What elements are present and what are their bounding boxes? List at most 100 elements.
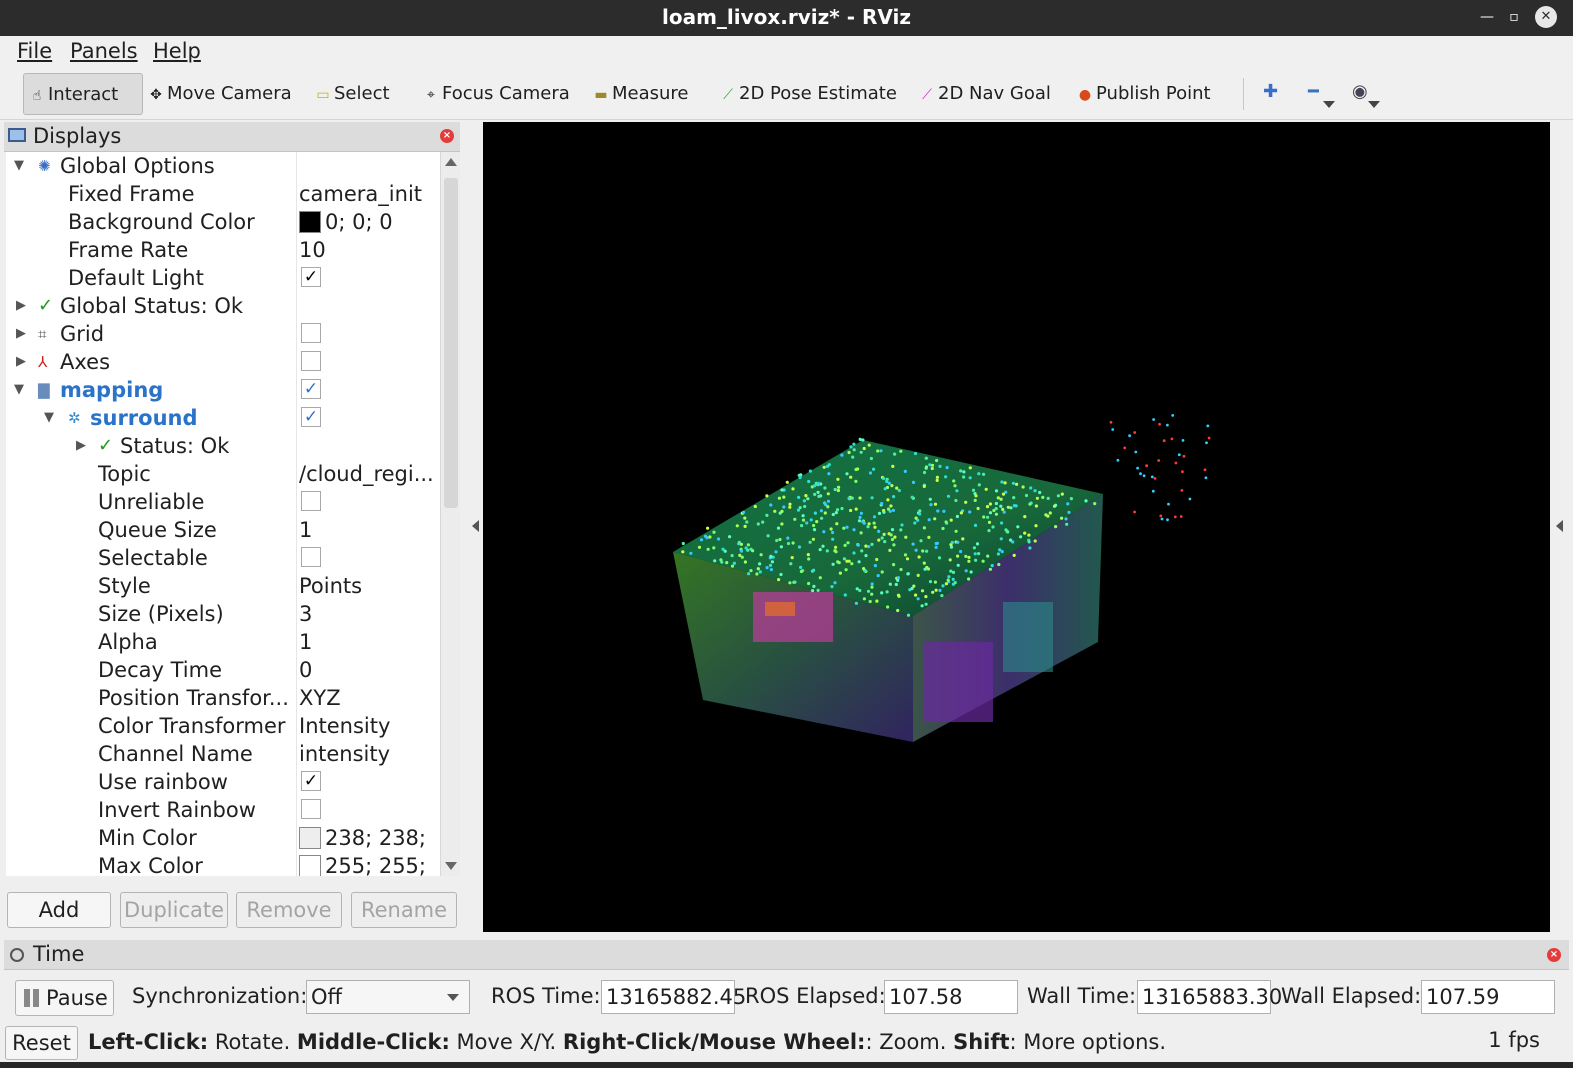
tree-row-min-color[interactable]: Min Color 238; 238; xyxy=(6,824,440,852)
axes-checkbox[interactable] xyxy=(301,351,321,371)
mapping-checkbox[interactable]: ✓ xyxy=(301,379,321,399)
tree-row-size-pixels[interactable]: Size (Pixels) 3 xyxy=(6,600,440,628)
pause-button[interactable]: Pause xyxy=(15,980,114,1016)
add-button[interactable]: Add xyxy=(7,892,111,928)
tree-row-style[interactable]: Style Points xyxy=(6,572,440,600)
tree-row-grid[interactable]: ▶ ⌗ Grid xyxy=(6,320,440,348)
surround-checkbox[interactable]: ✓ xyxy=(301,407,321,427)
ros-time-field[interactable]: 13165882.45 xyxy=(601,980,746,1014)
channel-name-value[interactable]: intensity xyxy=(299,740,439,768)
tree-row-axes[interactable]: ▶ ⅄ Axes xyxy=(6,348,440,376)
cloud-point xyxy=(959,511,963,515)
cloud-point xyxy=(845,525,849,529)
cloud-point xyxy=(1052,504,1057,508)
expand-down-icon[interactable]: ▼ xyxy=(14,152,24,180)
expand-right-icon[interactable]: ▶ xyxy=(16,320,26,348)
tool-2d-pose-estimate[interactable]: ⟋ 2D Pose Estimate xyxy=(719,73,897,115)
wall-time-field[interactable]: 13165883.30 xyxy=(1137,980,1282,1014)
frame-rate-value[interactable]: 10 xyxy=(299,236,439,264)
color-swatch[interactable] xyxy=(299,827,321,849)
use-rainbow-checkbox[interactable]: ✓ xyxy=(301,771,321,791)
ros-elapsed-field[interactable]: 107.58 xyxy=(884,980,1018,1014)
expand-down-icon[interactable]: ▼ xyxy=(14,376,24,404)
scroll-down-icon[interactable] xyxy=(445,862,457,870)
menu-panels[interactable]: Panels xyxy=(70,39,138,63)
terminal-strip xyxy=(0,1062,1573,1068)
tree-row-global-status[interactable]: ▶ ✓ Global Status: Ok xyxy=(6,292,440,320)
tree-row-color-transformer[interactable]: Color Transformer Intensity xyxy=(6,712,440,740)
fixed-frame-value[interactable]: camera_init xyxy=(299,180,439,208)
cloud-point xyxy=(1166,518,1169,522)
tool-focus-camera[interactable]: ⌖ Focus Camera xyxy=(422,73,570,115)
wall-elapsed-field[interactable]: 107.59 xyxy=(1421,980,1555,1014)
close-icon[interactable]: ✕ xyxy=(1535,6,1557,28)
tree-row-position-transformer[interactable]: Position Transfor... XYZ xyxy=(6,684,440,712)
tree-row-selectable[interactable]: Selectable xyxy=(6,544,440,572)
tree-row-decay-time[interactable]: Decay Time 0 xyxy=(6,656,440,684)
tree-row-max-color[interactable]: Max Color 255; 255; xyxy=(6,852,440,876)
tree-row-topic[interactable]: Topic /cloud_regi... xyxy=(6,460,440,488)
remove-button[interactable]: Remove xyxy=(236,892,342,928)
tree-row-unreliable[interactable]: Unreliable xyxy=(6,488,440,516)
color-swatch[interactable] xyxy=(299,855,321,876)
tool-2d-nav-goal[interactable]: ⟋ 2D Nav Goal xyxy=(918,73,1051,115)
grid-checkbox[interactable] xyxy=(301,323,321,343)
scroll-up-icon[interactable] xyxy=(445,158,457,166)
close-panel-icon[interactable]: × xyxy=(440,129,454,143)
expand-right-icon[interactable]: ▶ xyxy=(16,348,26,376)
menu-file[interactable]: File xyxy=(17,39,52,63)
default-light-checkbox[interactable]: ✓ xyxy=(301,267,321,287)
tree-row-status-ok[interactable]: ▶ ✓ Status: Ok xyxy=(6,432,440,460)
displays-scrollbar[interactable] xyxy=(440,152,460,876)
collapse-right-icon[interactable] xyxy=(1556,520,1563,532)
chevron-down-icon[interactable] xyxy=(1368,101,1380,108)
queue-size-value[interactable]: 1 xyxy=(299,516,439,544)
color-swatch[interactable] xyxy=(299,211,321,233)
tree-row-queue-size[interactable]: Queue Size 1 xyxy=(6,516,440,544)
tool-publish-point[interactable]: ● Publish Point xyxy=(1076,73,1211,115)
unreliable-checkbox[interactable] xyxy=(301,491,321,511)
decay-time-value[interactable]: 0 xyxy=(299,656,439,684)
tree-row-background-color[interactable]: Background Color 0; 0; 0 xyxy=(6,208,440,236)
color-transformer-value[interactable]: Intensity xyxy=(299,712,439,740)
minus-icon[interactable]: ━ xyxy=(1308,81,1319,102)
menu-help[interactable]: Help xyxy=(153,39,201,63)
scroll-thumb[interactable] xyxy=(444,178,458,508)
tree-row-surround[interactable]: ▼ ✲ surround ✓ xyxy=(6,404,440,432)
tree-row-default-light[interactable]: Default Light ✓ xyxy=(6,264,440,292)
eye-icon[interactable]: ◉ xyxy=(1352,81,1368,102)
chevron-down-icon[interactable] xyxy=(1323,101,1335,108)
duplicate-button[interactable]: Duplicate xyxy=(120,892,228,928)
size-pixels-value[interactable]: 3 xyxy=(299,600,439,628)
expand-right-icon[interactable]: ▶ xyxy=(16,292,26,320)
close-panel-icon[interactable]: × xyxy=(1547,948,1561,962)
rename-button[interactable]: Rename xyxy=(351,892,457,928)
sync-dropdown[interactable]: Off xyxy=(306,980,470,1014)
plus-icon[interactable]: ✚ xyxy=(1263,81,1278,102)
tree-row-invert-rainbow[interactable]: Invert Rainbow xyxy=(6,796,440,824)
reset-button[interactable]: Reset xyxy=(5,1026,78,1060)
tool-select[interactable]: ▭ Select xyxy=(314,73,389,115)
collapse-left-icon[interactable] xyxy=(472,520,479,532)
render-viewport[interactable] xyxy=(483,122,1550,932)
tree-row-frame-rate[interactable]: Frame Rate 10 xyxy=(6,236,440,264)
tree-row-global-options[interactable]: ▼ ✺ Global Options xyxy=(6,152,440,180)
expand-right-icon[interactable]: ▶ xyxy=(76,432,86,460)
tree-row-mapping[interactable]: ▼ ▇ mapping ✓ xyxy=(6,376,440,404)
tree-row-channel-name[interactable]: Channel Name intensity xyxy=(6,740,440,768)
topic-value[interactable]: /cloud_regi... xyxy=(299,460,439,488)
minimize-icon[interactable]: — xyxy=(1476,6,1498,28)
invert-rainbow-checkbox[interactable] xyxy=(301,799,321,819)
maximize-icon[interactable]: ▫ xyxy=(1503,6,1525,28)
tree-row-fixed-frame[interactable]: Fixed Frame camera_init xyxy=(6,180,440,208)
position-transformer-value[interactable]: XYZ xyxy=(299,684,439,712)
selectable-checkbox[interactable] xyxy=(301,547,321,567)
expand-down-icon[interactable]: ▼ xyxy=(44,404,54,432)
tool-move-camera[interactable]: ✥ Move Camera xyxy=(147,73,292,115)
tool-measure[interactable]: ▬ Measure xyxy=(592,73,688,115)
tool-interact[interactable]: ☝ Interact xyxy=(23,73,143,115)
tree-row-alpha[interactable]: Alpha 1 xyxy=(6,628,440,656)
style-value[interactable]: Points xyxy=(299,572,439,600)
alpha-value[interactable]: 1 xyxy=(299,628,439,656)
tree-row-use-rainbow[interactable]: Use rainbow ✓ xyxy=(6,768,440,796)
